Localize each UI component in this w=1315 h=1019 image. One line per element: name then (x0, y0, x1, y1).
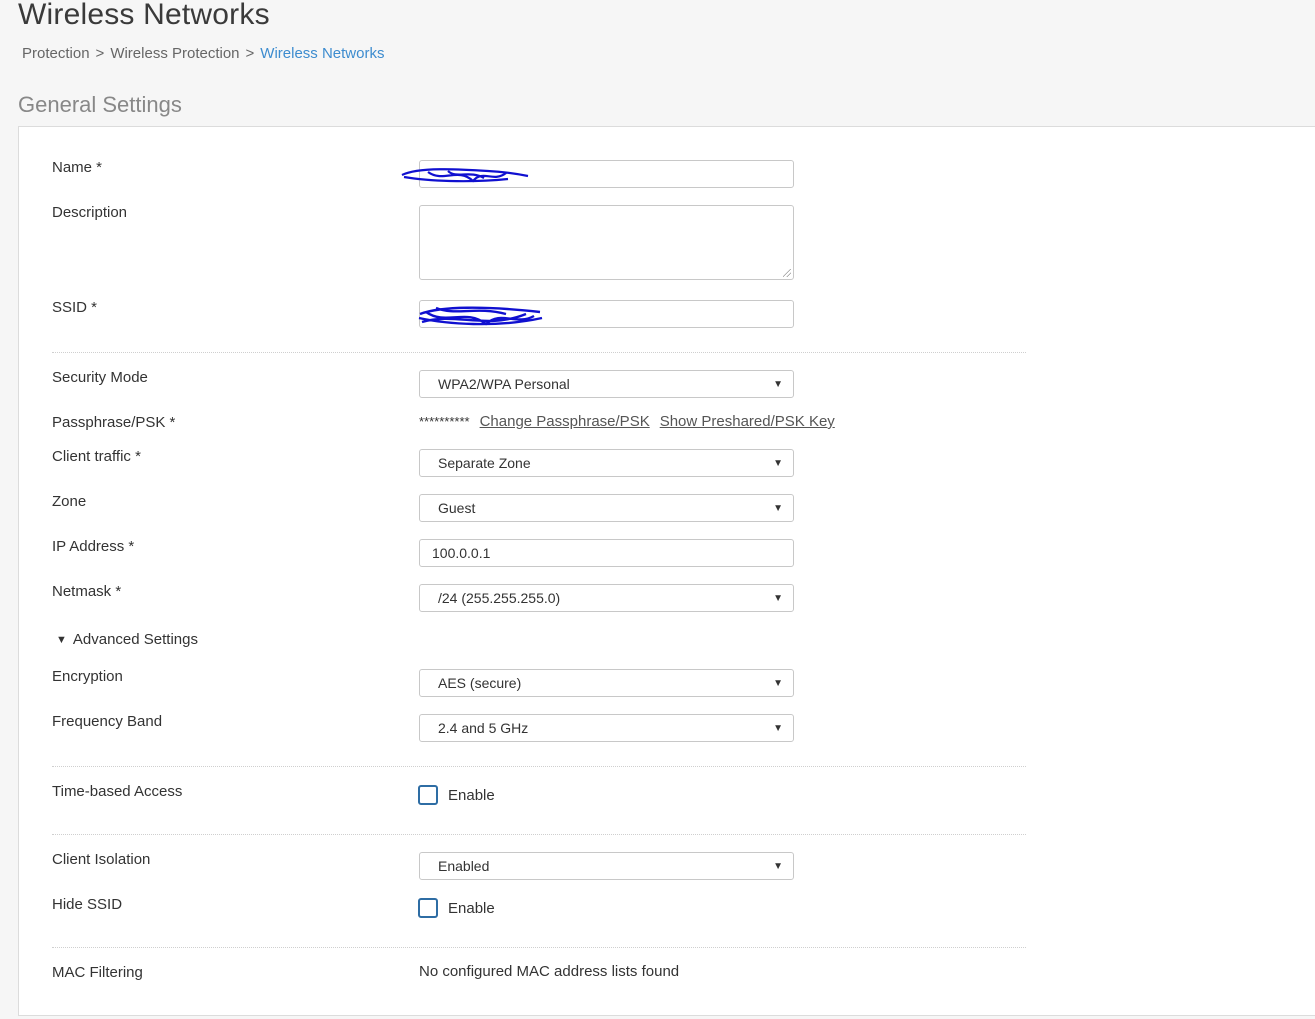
breadcrumb-separator: > (95, 45, 105, 62)
client-isolation-select[interactable]: Enabled ▼ (419, 852, 794, 880)
security-mode-value: WPA2/WPA Personal (438, 376, 570, 392)
netmask-select[interactable]: /24 (255.255.255.0) ▼ (419, 584, 794, 612)
chevron-down-icon: ▼ (773, 592, 783, 604)
section-divider (52, 834, 1026, 835)
mac-filtering-value: No configured MAC address lists found (419, 963, 680, 980)
ip-address-value: 100.0.0.1 (432, 545, 491, 561)
client-traffic-label: Client traffic * (52, 448, 141, 465)
hide-ssid-enable-label: Enable (448, 899, 495, 917)
chevron-down-icon: ▼ (773, 677, 783, 689)
redaction-scribble (418, 306, 543, 326)
breadcrumb-wireless-networks: Wireless Networks (260, 45, 385, 62)
client-traffic-select[interactable]: Separate Zone ▼ (419, 449, 794, 477)
advanced-settings-label: Advanced Settings (72, 631, 198, 648)
breadcrumb-protection[interactable]: Protection (22, 45, 90, 62)
encryption-label: Encryption (52, 668, 123, 685)
triangle-down-icon: ▼ (56, 633, 67, 646)
redaction-scribble (401, 168, 529, 183)
name-label: Name * (52, 159, 103, 176)
ip-address-label: IP Address * (52, 538, 135, 555)
description-label: Description (52, 204, 128, 221)
netmask-value: /24 (255.255.255.0) (438, 590, 561, 606)
zone-select[interactable]: Guest ▼ (419, 494, 794, 522)
frequency-band-label: Frequency Band (52, 713, 163, 730)
section-divider (52, 352, 1026, 353)
encryption-select[interactable]: AES (secure) ▼ (419, 669, 794, 697)
passphrase-label: Passphrase/PSK * (52, 414, 176, 431)
frequency-band-select[interactable]: 2.4 and 5 GHz ▼ (419, 714, 794, 742)
page-title: Wireless Networks (18, 0, 270, 31)
section-divider (52, 766, 1026, 767)
hide-ssid-label: Hide SSID (52, 896, 123, 913)
checkbox-icon[interactable] (418, 898, 438, 918)
security-mode-select[interactable]: WPA2/WPA Personal ▼ (419, 370, 794, 398)
breadcrumb-separator: > (245, 45, 255, 62)
show-psk-link[interactable]: Show Preshared/PSK Key (660, 413, 835, 430)
netmask-label: Netmask * (52, 583, 122, 600)
ssid-label: SSID * (52, 299, 98, 316)
section-divider (52, 947, 1026, 948)
client-isolation-value: Enabled (438, 858, 490, 874)
time-based-access-label: Time-based Access (52, 783, 183, 800)
breadcrumb: Protection > Wireless Protection > Wireless … (22, 45, 384, 62)
chevron-down-icon: ▼ (773, 860, 783, 872)
checkbox-icon[interactable] (418, 785, 438, 805)
resize-grip-icon[interactable] (783, 269, 791, 277)
zone-value: Guest (438, 500, 476, 516)
hide-ssid-checkbox[interactable]: Enable (418, 898, 495, 918)
chevron-down-icon: ▼ (773, 722, 783, 734)
time-based-access-checkbox[interactable]: Enable (418, 785, 495, 805)
frequency-band-value: 2.4 and 5 GHz (438, 720, 529, 736)
security-mode-label: Security Mode (52, 369, 148, 386)
breadcrumb-wireless-protection[interactable]: Wireless Protection (110, 45, 239, 62)
change-passphrase-link[interactable]: Change Passphrase/PSK (480, 413, 650, 430)
client-traffic-value: Separate Zone (438, 455, 531, 471)
passphrase-row: ********** Change Passphrase/PSK Show Pr… (419, 413, 845, 430)
chevron-down-icon: ▼ (773, 378, 783, 390)
description-textarea[interactable] (419, 205, 794, 280)
encryption-value: AES (secure) (438, 675, 522, 691)
ip-address-input[interactable]: 100.0.0.1 (419, 539, 794, 567)
passphrase-mask: ********** (419, 414, 470, 429)
mac-filtering-label: MAC Filtering (52, 964, 143, 981)
zone-label: Zone (52, 493, 87, 510)
time-based-access-enable-label: Enable (448, 786, 495, 804)
chevron-down-icon: ▼ (773, 502, 783, 514)
advanced-settings-toggle[interactable]: ▼ Advanced Settings (56, 631, 198, 648)
client-isolation-label: Client Isolation (52, 851, 151, 868)
section-title: General Settings (18, 92, 182, 117)
chevron-down-icon: ▼ (773, 457, 783, 469)
